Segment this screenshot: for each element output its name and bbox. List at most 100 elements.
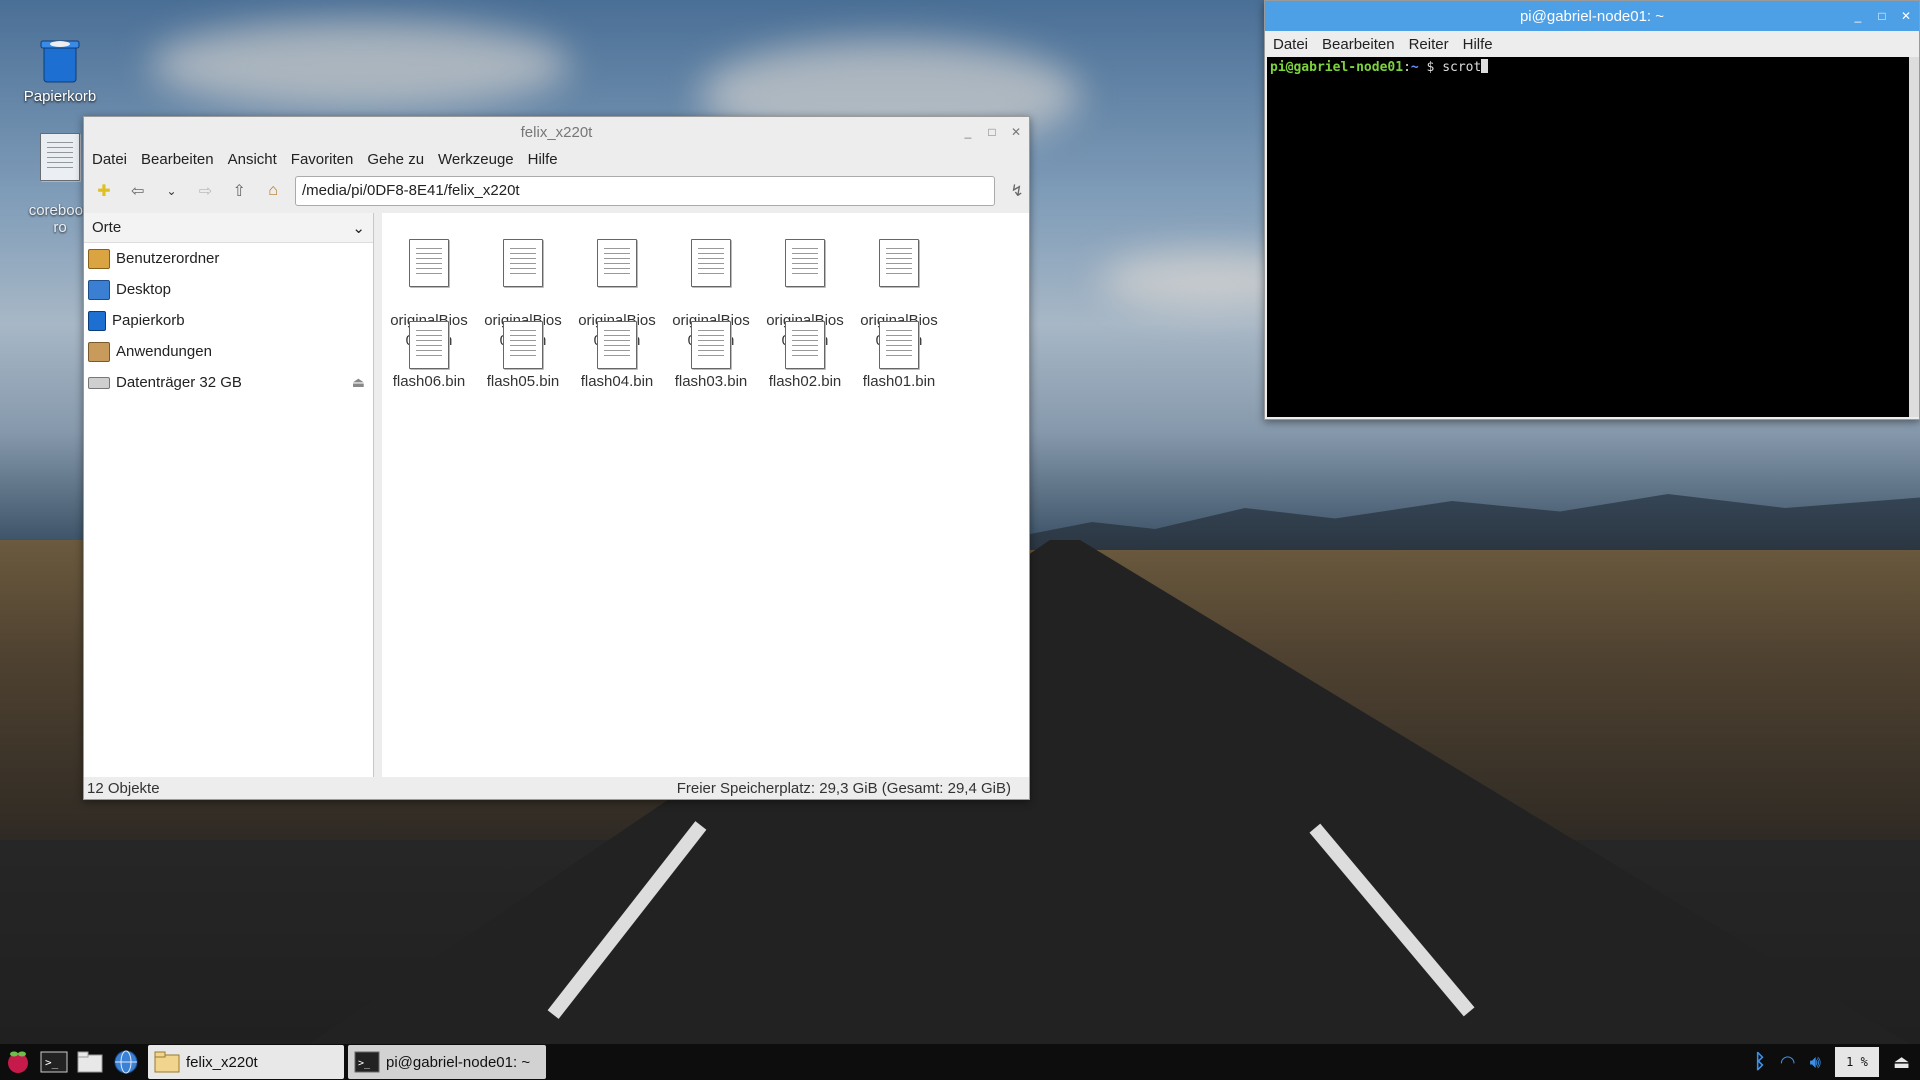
pane-splitter[interactable] <box>374 213 382 777</box>
file-name: flash06.bin <box>392 373 466 390</box>
close-icon[interactable]: ✕ <box>1009 125 1023 139</box>
document-icon <box>691 321 731 369</box>
item-count: 12 Objekte <box>87 779 160 797</box>
sidebar-item-label: Datenträger 32 GB <box>116 374 242 391</box>
sidebar-item-trash[interactable]: Papierkorb <box>84 305 373 336</box>
menu-item-bearbeiten[interactable]: Bearbeiten <box>1322 36 1395 53</box>
menu-item-hilfe[interactable]: Hilfe <box>1463 36 1493 53</box>
document-icon <box>409 239 449 288</box>
desktop-icon <box>88 279 110 300</box>
text-cursor <box>1481 59 1489 73</box>
window-title: pi@gabriel-node01: ~ <box>1519 7 1665 25</box>
svg-text:>_: >_ <box>358 1058 371 1069</box>
status-bar: 12 Objekte Freier Speicherplatz: 29,3 Gi… <box>84 777 1029 799</box>
prompt-sep: : <box>1403 60 1411 75</box>
terminal-icon: >_ <box>354 1051 380 1073</box>
file-name: flash03.bin <box>674 373 748 390</box>
desktop-icon-label: coreboot. ro <box>28 202 92 236</box>
taskbar: >_ felix_x220t >_ pi@gabriel-node01: ~ ᛒ… <box>0 1044 1920 1080</box>
cpu-monitor[interactable]: 1 % <box>1834 1047 1879 1077</box>
sidebar-item-label: Benutzerordner <box>116 250 220 267</box>
task-file-manager[interactable]: felix_x220t <box>148 1045 344 1079</box>
desktop-icon-label: Papierkorb <box>23 88 97 105</box>
menu-item-ansicht[interactable]: Ansicht <box>228 151 277 168</box>
close-icon[interactable]: ✕ <box>1899 9 1913 23</box>
minimize-icon[interactable]: _ <box>961 125 975 139</box>
window-titlebar[interactable]: pi@gabriel-node01: ~ _ □ ✕ <box>1265 1 1919 31</box>
eject-icon[interactable]: ⏏ <box>1893 1052 1910 1073</box>
raspberry-menu-icon[interactable] <box>0 1044 36 1080</box>
go-icon[interactable]: ↯ <box>1005 179 1029 203</box>
prompt-user: pi@gabriel-node01 <box>1270 60 1404 75</box>
menu-item-hilfe[interactable]: Hilfe <box>528 151 558 168</box>
file-name: flash04.bin <box>580 373 654 390</box>
folder-icon <box>154 1051 180 1073</box>
scrollbar[interactable] <box>1909 57 1919 417</box>
sidebar-item-drive[interactable]: Datenträger 32 GB ⏏ <box>84 367 373 398</box>
menu-item-datei[interactable]: Datei <box>1273 36 1308 53</box>
home-icon[interactable]: ⌂ <box>261 179 285 203</box>
places-sidebar: Orte ⌄ Benutzerordner Desktop Papierkorb… <box>84 213 374 777</box>
cloud <box>150 20 570 110</box>
document-icon <box>503 239 543 288</box>
sidebar-item-applications[interactable]: Anwendungen <box>84 336 373 367</box>
menu-item-reiter[interactable]: Reiter <box>1409 36 1449 53</box>
toolbar: ✚ ⇦ ⌄ ⇨ ⇧ ⌂ /media/pi/0DF8-8E41/felix_x2… <box>84 171 1029 211</box>
trash-icon <box>88 310 106 331</box>
maximize-icon[interactable]: □ <box>985 125 999 139</box>
window-title: felix_x220t <box>520 123 593 141</box>
file-item[interactable]: flash03.bin <box>665 317 757 392</box>
terminal-launcher-icon[interactable]: >_ <box>36 1044 72 1080</box>
menu-item-bearbeiten[interactable]: Bearbeiten <box>141 151 214 168</box>
file-item[interactable]: flash02.bin <box>759 317 851 392</box>
path-input[interactable]: /media/pi/0DF8-8E41/felix_x220t <box>294 176 996 206</box>
window-titlebar[interactable]: felix_x220t _ □ ✕ <box>84 117 1029 147</box>
menu-item-gehe-zu[interactable]: Gehe zu <box>367 151 424 168</box>
file-item[interactable]: flash04.bin <box>571 317 663 392</box>
new-tab-icon[interactable]: ✚ <box>92 179 116 203</box>
sidebar-item-desktop[interactable]: Desktop <box>84 274 373 305</box>
document-icon <box>503 321 543 369</box>
forward-icon[interactable]: ⇨ <box>193 179 217 203</box>
applications-icon <box>88 341 110 362</box>
document-icon <box>879 239 919 288</box>
sidebar-item-label: Anwendungen <box>116 343 212 360</box>
volume-icon[interactable]: 🔊︎ <box>1810 1052 1821 1073</box>
sidebar-item-label: Desktop <box>116 281 172 298</box>
task-label: felix_x220t <box>186 1053 258 1071</box>
menu-item-datei[interactable]: Datei <box>92 151 127 168</box>
file-manager-launcher-icon[interactable] <box>72 1044 108 1080</box>
system-tray: ᛒ ◠ 🔊︎ 1 % ⏏ <box>1754 1044 1920 1080</box>
eject-icon[interactable]: ⏏ <box>352 374 365 391</box>
terminal-screen[interactable]: pi@gabriel-node01:~ $ scrot <box>1267 57 1909 417</box>
file-name: flash02.bin <box>768 373 842 390</box>
svg-text:>_: >_ <box>45 1056 59 1069</box>
file-manager-window: felix_x220t _ □ ✕ Datei Bearbeiten Ansic… <box>83 116 1030 800</box>
wifi-icon[interactable]: ◠ <box>1780 1052 1796 1073</box>
document-icon <box>879 321 919 369</box>
sidebar-item-home[interactable]: Benutzerordner <box>84 243 373 274</box>
browser-launcher-icon[interactable] <box>108 1044 144 1080</box>
document-icon <box>597 239 637 288</box>
file-view: originalBios 06.rom originalBios 05.rom … <box>382 213 1029 777</box>
task-terminal[interactable]: >_ pi@gabriel-node01: ~ <box>348 1045 546 1079</box>
landscape-mountains <box>1020 494 1920 550</box>
menu-item-favoriten[interactable]: Favoriten <box>291 151 354 168</box>
free-space: Freier Speicherplatz: 29,3 GiB (Gesamt: … <box>676 779 1011 797</box>
maximize-icon[interactable]: □ <box>1875 9 1889 23</box>
minimize-icon[interactable]: _ <box>1851 9 1865 23</box>
places-header[interactable]: Orte ⌄ <box>84 213 373 243</box>
menu-item-werkzeuge[interactable]: Werkzeuge <box>438 151 514 168</box>
file-name: flash05.bin <box>486 373 560 390</box>
menu-bar: Datei Bearbeiten Ansicht Favoriten Gehe … <box>84 147 1029 171</box>
file-item[interactable]: flash05.bin <box>477 317 569 392</box>
document-icon <box>691 239 731 288</box>
history-dropdown-icon[interactable]: ⌄ <box>160 179 184 203</box>
file-item[interactable]: flash01.bin <box>853 317 945 392</box>
file-item[interactable]: flash06.bin <box>383 317 475 392</box>
desktop-icon-trash[interactable]: Papierkorb <box>10 36 110 105</box>
back-icon[interactable]: ⇦ <box>126 179 150 203</box>
document-icon <box>409 321 449 369</box>
bluetooth-icon[interactable]: ᛒ <box>1754 1051 1766 1074</box>
up-icon[interactable]: ⇧ <box>227 179 251 203</box>
